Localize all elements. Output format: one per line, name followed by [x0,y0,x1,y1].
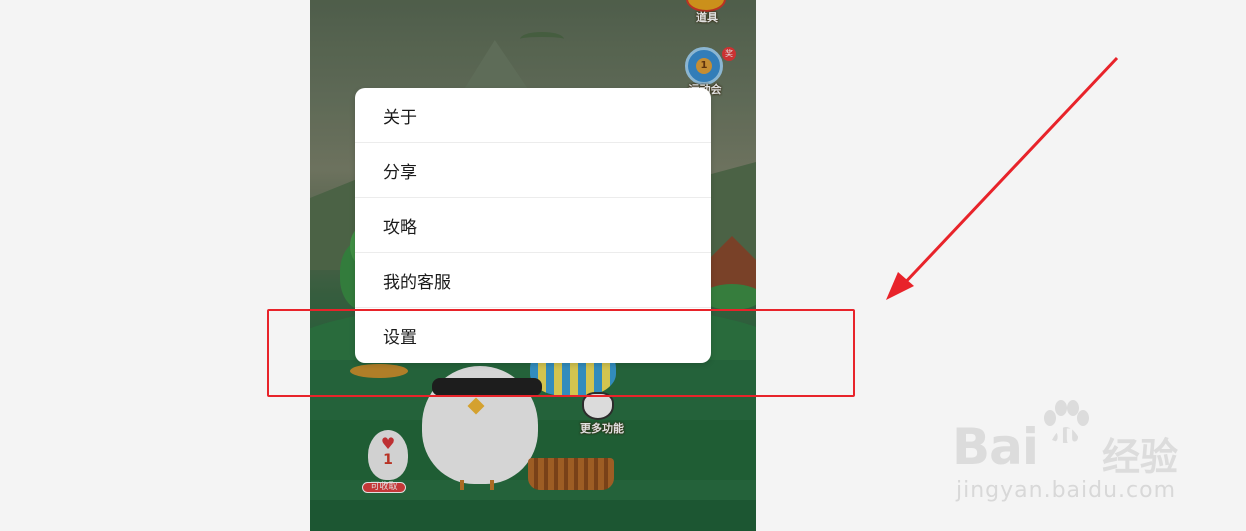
watermark-brand-suffix: du [1044,418,1086,453]
watermark: Bai du 经验 jingyan.baidu.com [952,396,1192,506]
menu-item-customer-service[interactable]: 我的客服 [355,253,711,308]
menu-item-share[interactable]: 分享 [355,143,711,198]
annotation-arrow-icon [886,56,1119,300]
watermark-product: 经验 [1102,435,1179,479]
menu-item-about[interactable]: 关于 [355,88,711,143]
watermark-url: jingyan.baidu.com [956,478,1177,503]
watermark-brand: Bai [952,418,1039,476]
annotation-highlight-box [267,309,855,397]
menu-item-guide[interactable]: 攻略 [355,198,711,253]
page: 道具 1 奖 运动会 更多功能 ♥ 1 可收取 关于 分享 攻略 我的客服 设置 [0,0,1246,531]
